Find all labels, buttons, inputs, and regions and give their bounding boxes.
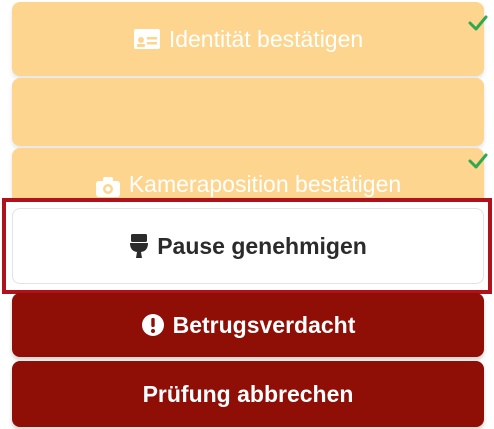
confirm-identity-button[interactable]: Identität bestätigen [12, 2, 484, 76]
confirm-camera-label: Kameraposition bestätigen [128, 171, 402, 197]
exclamation-circle-icon [141, 313, 165, 337]
fraud-suspicion-button[interactable]: Betrugsverdacht [12, 293, 484, 357]
camera-icon [95, 176, 121, 198]
check-icon [468, 153, 488, 169]
confirm-camera-button[interactable]: Kameraposition bestätigen [12, 148, 484, 204]
confirm-identity-label: Identität bestätigen [168, 25, 364, 52]
check-icon [468, 15, 488, 31]
cancel-exam-button[interactable]: Prüfung abbrechen [12, 361, 484, 427]
approve-pause-label: Pause genehmigen [157, 232, 367, 259]
cancel-exam-label: Prüfung abbrechen [142, 380, 354, 407]
fraud-suspicion-label: Betrugsverdacht [172, 311, 356, 338]
blank-step-button[interactable] [12, 78, 484, 146]
id-card-icon [133, 28, 161, 50]
approve-pause-button[interactable]: Pause genehmigen [12, 208, 484, 284]
toilet-icon [129, 233, 149, 259]
